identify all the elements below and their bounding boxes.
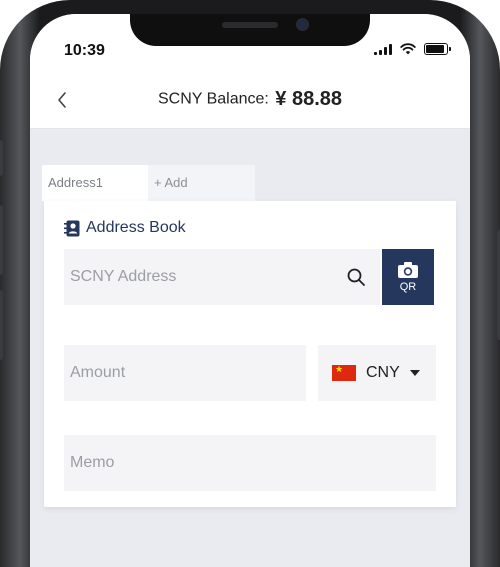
- memo-input[interactable]: [64, 435, 436, 491]
- volume-up-button: [0, 205, 3, 275]
- qr-scan-button[interactable]: QR: [382, 249, 434, 305]
- page-title: SCNY Balance: ¥ 88.88: [30, 88, 470, 111]
- notch: [130, 14, 370, 46]
- camera-icon: [398, 262, 418, 278]
- memo-field: [64, 435, 436, 491]
- search-icon[interactable]: [346, 267, 366, 287]
- address-book-link[interactable]: Address Book: [64, 219, 186, 237]
- battery-icon: [424, 43, 451, 55]
- address-book-icon: [64, 220, 80, 236]
- volume-down-button: [0, 290, 3, 360]
- balance-label: SCNY Balance:: [157, 90, 269, 108]
- address-tabs: Address1 + Add: [42, 165, 255, 201]
- tab-address1[interactable]: Address1: [42, 165, 148, 201]
- mute-switch: [0, 140, 3, 176]
- cellular-signal-icon: [374, 43, 392, 55]
- speaker-grille: [222, 22, 278, 28]
- status-icons: [374, 43, 451, 55]
- currency-select[interactable]: ★ CNY: [318, 345, 436, 401]
- currency-code: CNY: [366, 364, 400, 381]
- qr-label: QR: [399, 281, 417, 293]
- front-camera: [296, 18, 309, 31]
- amount-field: [64, 345, 306, 401]
- wifi-icon: [400, 43, 416, 55]
- address-book-label: Address Book: [86, 219, 186, 236]
- address-input[interactable]: [64, 249, 380, 305]
- tab-add[interactable]: + Add: [148, 165, 255, 201]
- transfer-card: Address Book QR: [44, 201, 456, 507]
- caret-down-icon: [409, 370, 420, 376]
- status-time: 10:39: [64, 42, 105, 59]
- china-flag-icon: ★: [332, 365, 356, 381]
- phone-frame: 10:39 SCNY Balance: ¥ 88.88 Address1 + A…: [0, 0, 500, 567]
- address-field: [64, 249, 380, 305]
- amount-input[interactable]: [64, 345, 306, 401]
- nav-bar: SCNY Balance: ¥ 88.88: [30, 74, 470, 129]
- balance-amount: ¥ 88.88: [275, 88, 343, 110]
- screen: 10:39 SCNY Balance: ¥ 88.88 Address1 + A…: [30, 14, 470, 567]
